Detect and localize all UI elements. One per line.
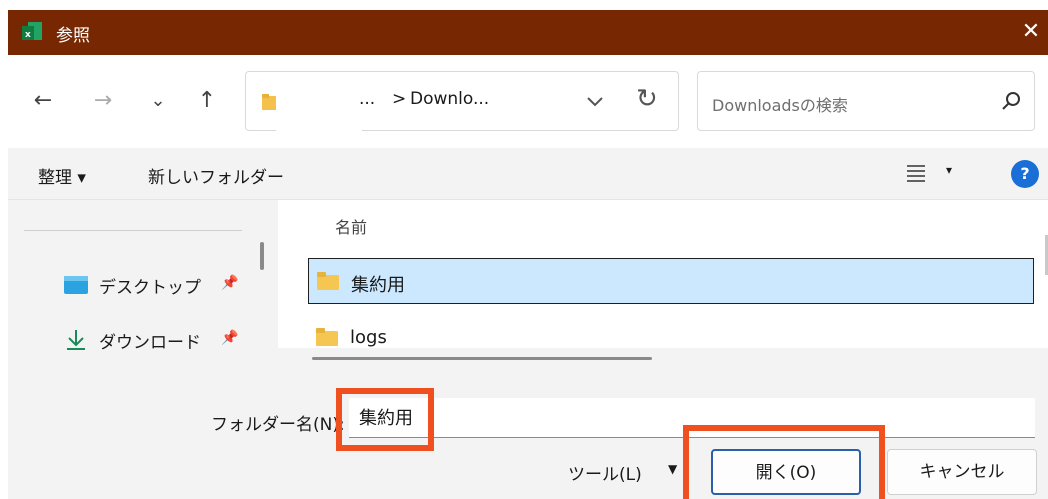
- refresh-icon[interactable]: ↻: [636, 84, 658, 114]
- help-icon[interactable]: ?: [1011, 160, 1039, 188]
- list-item[interactable]: 集約用: [308, 258, 1034, 304]
- divider: [24, 230, 242, 231]
- folder-name-value[interactable]: 集約用: [359, 404, 413, 430]
- chevron-down-icon[interactable]: [580, 86, 610, 116]
- search-placeholder[interactable]: Downloadsの検索: [712, 92, 848, 116]
- folder-icon: [316, 328, 338, 346]
- folder-icon: [262, 94, 276, 110]
- cancel-button[interactable]: キャンセル: [887, 449, 1037, 495]
- window-title: 参照: [56, 26, 90, 46]
- sidebar-item-label: デスクトップ: [99, 278, 201, 298]
- folder-name-label: フォルダー名(N):: [211, 415, 345, 435]
- breadcrumb-separator[interactable]: >: [392, 89, 406, 109]
- close-button[interactable]: ✕: [1016, 16, 1046, 48]
- desktop-icon: [64, 276, 88, 294]
- pin-icon[interactable]: 📌: [221, 275, 238, 291]
- navigation-pane: デスクトップ 📌 ダウンロード 📌: [8, 200, 278, 376]
- folder-name-input[interactable]: 集約用: [349, 398, 1035, 438]
- download-icon: [67, 330, 85, 350]
- address-ellipsis[interactable]: ...: [359, 89, 375, 109]
- folder-icon: [317, 272, 339, 290]
- back-button[interactable]: ←: [28, 84, 58, 118]
- tools-menu[interactable]: ツール(L): [568, 460, 642, 485]
- sidebar-item-label: ダウンロード: [99, 333, 201, 353]
- column-header-name[interactable]: 名前: [335, 214, 367, 238]
- up-button[interactable]: ↑: [192, 84, 222, 118]
- view-options-icon[interactable]: [906, 162, 926, 184]
- svg-text:x: x: [25, 30, 31, 40]
- organize-menu[interactable]: 整理 ▾: [38, 163, 86, 188]
- horizontal-scrollbar[interactable]: [312, 357, 652, 360]
- excel-app-icon: x: [22, 22, 42, 40]
- breadcrumb-current[interactable]: Downlo...: [410, 89, 489, 109]
- address-bar[interactable]: ... > Downlo... ↻: [245, 71, 679, 136]
- redacted-path: [276, 88, 362, 136]
- forward-button[interactable]: →: [88, 84, 118, 118]
- tools-dropdown-caret[interactable]: ▼: [668, 462, 677, 476]
- recent-locations-button[interactable]: ⌄: [143, 84, 173, 118]
- horizontal-scroll-track: [278, 348, 1048, 376]
- command-bar: 整理 ▾ 新しいフォルダー ▾ ?: [8, 148, 1048, 200]
- search-icon[interactable]: [1000, 90, 1022, 112]
- pin-icon[interactable]: 📌: [221, 330, 238, 346]
- view-dropdown-caret[interactable]: ▾: [946, 163, 952, 177]
- open-button[interactable]: 開く(O): [711, 449, 861, 495]
- list-item-label: logs: [350, 327, 387, 348]
- sidebar-item-downloads[interactable]: ダウンロード 📌: [63, 325, 253, 355]
- list-item-label: 集約用: [351, 275, 405, 296]
- title-bar: x 参照 ✕: [8, 10, 1048, 55]
- scrollbar[interactable]: [260, 242, 264, 270]
- sidebar-item-desktop[interactable]: デスクトップ 📌: [63, 270, 253, 300]
- bottom-panel: フォルダー名(N): 集約用 ツール(L) ▼ 開く(O) キャンセル: [8, 376, 1048, 499]
- new-folder-button[interactable]: 新しいフォルダー: [148, 163, 284, 188]
- search-box[interactable]: Downloadsの検索: [697, 71, 1035, 131]
- file-list: 名前 集約用 logs: [278, 200, 1048, 376]
